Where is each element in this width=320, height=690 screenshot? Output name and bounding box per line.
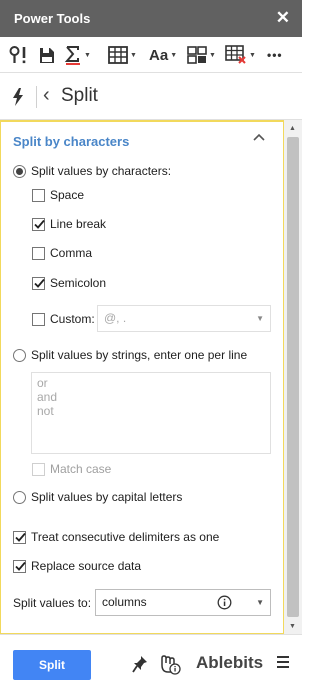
checkbox[interactable] <box>32 312 45 326</box>
chevron-down-icon: ▼ <box>130 51 137 59</box>
close-icon[interactable]: ✕ <box>276 8 290 28</box>
checkbox[interactable] <box>32 276 45 290</box>
chevron-down-icon: ▼ <box>170 51 178 59</box>
radio-split-by-capital[interactable]: Split values by capital letters <box>13 490 182 504</box>
checkbox[interactable] <box>32 188 45 202</box>
string-line: and <box>37 390 58 404</box>
exclamation-find-icon[interactable] <box>8 43 30 67</box>
chevron-down-icon: ▼ <box>84 51 91 59</box>
tool-header: ‹ Split <box>0 74 302 120</box>
checkbox-label: Comma <box>50 246 93 260</box>
toolbar: ▼ ▼ Aa ▼ ▼ ▼ ••• <box>0 37 302 73</box>
radio-button[interactable] <box>13 490 26 504</box>
pin-icon[interactable] <box>132 655 148 673</box>
checkbox[interactable] <box>32 462 45 476</box>
checkbox-label: Match case <box>50 462 112 476</box>
chevron-down-icon: ▼ <box>256 598 264 607</box>
more-label: ••• <box>267 48 283 62</box>
string-line: not <box>37 404 54 418</box>
footer: Split Ablebits <box>0 634 302 690</box>
checkmark-icon <box>34 278 45 288</box>
back-chevron-icon[interactable]: ‹ <box>43 84 50 107</box>
info-icon[interactable] <box>217 595 232 610</box>
checkbox-semicolon[interactable]: Semicolon <box>32 276 106 290</box>
chevron-down-icon: ▼ <box>256 314 264 323</box>
radio-button[interactable] <box>13 348 26 362</box>
title-bar: Power Tools ✕ <box>0 0 302 37</box>
chevron-down-icon: ▼ <box>249 51 256 59</box>
checkbox-treat-consecutive[interactable]: Treat consecutive delimiters as one <box>13 530 219 544</box>
table-icon[interactable]: ▼ <box>108 43 137 67</box>
checkbox-label: Semicolon <box>50 276 107 290</box>
checkbox[interactable] <box>13 530 26 544</box>
combine-icon[interactable]: ▼ <box>187 43 216 67</box>
lightning-icon[interactable] <box>12 88 24 106</box>
custom-delimiter-value: @, . <box>104 311 127 325</box>
checkbox-label: Custom: <box>50 312 95 326</box>
scrollbar[interactable]: ▲ ▼ <box>284 120 302 634</box>
checkmark-icon <box>15 561 26 571</box>
checkbox[interactable] <box>13 559 26 573</box>
more-icon[interactable]: ••• <box>267 43 283 67</box>
custom-delimiter-select[interactable]: @, . ▼ <box>97 305 271 332</box>
checkbox[interactable] <box>32 246 45 260</box>
page-title: Split <box>61 85 98 106</box>
split-settings-panel: Split by characters Split values by char… <box>0 120 284 634</box>
radio-split-by-strings[interactable]: Split values by strings, enter one per l… <box>13 348 247 362</box>
split-to-label: Split values to: <box>13 596 92 610</box>
text-case-icon[interactable]: Aa ▼ <box>149 43 177 67</box>
remove-table-icon[interactable]: ▼ <box>225 43 256 67</box>
checkbox-label: Space <box>50 188 85 202</box>
checkbox[interactable] <box>32 217 45 231</box>
hand-info-icon[interactable] <box>158 653 182 675</box>
checkbox-line-break[interactable]: Line break <box>32 217 106 231</box>
divider <box>36 86 37 108</box>
checkbox-label: Replace source data <box>31 559 142 573</box>
window-title: Power Tools <box>14 11 91 26</box>
checkbox-label: Treat consecutive delimiters as one <box>31 530 220 544</box>
hamburger-menu-icon[interactable] <box>276 655 290 669</box>
radio-label: Split values by strings, enter one per l… <box>31 348 248 362</box>
checkbox-space[interactable]: Space <box>32 188 84 202</box>
radio-button[interactable] <box>13 164 26 178</box>
checkbox-label: Line break <box>50 217 107 231</box>
radio-split-by-characters[interactable]: Split values by characters: <box>13 164 171 178</box>
scrollbar-thumb[interactable] <box>287 137 299 617</box>
split-button[interactable]: Split <box>13 650 91 680</box>
scroll-down-icon[interactable]: ▼ <box>289 623 296 630</box>
checkbox-match-case[interactable]: Match case <box>32 462 111 476</box>
save-export-icon[interactable] <box>38 43 56 67</box>
radio-label: Split values by capital letters <box>31 490 183 504</box>
section-title: Split by characters <box>13 134 130 149</box>
checkbox-comma[interactable]: Comma <box>32 246 92 260</box>
sum-icon[interactable]: ▼ <box>64 43 91 67</box>
checkmark-icon <box>34 219 45 229</box>
checkmark-icon <box>15 532 26 542</box>
split-to-value: columns <box>102 595 147 609</box>
string-line: or <box>37 376 48 390</box>
checkbox-replace-source[interactable]: Replace source data <box>13 559 141 573</box>
split-to-select[interactable]: columns ▼ <box>95 589 271 616</box>
text-case-label: Aa <box>149 46 169 64</box>
scroll-up-icon[interactable]: ▲ <box>289 125 296 132</box>
chevron-up-icon[interactable] <box>253 132 265 144</box>
chevron-down-icon: ▼ <box>209 51 216 59</box>
checkbox-custom[interactable]: Custom: <box>32 312 95 326</box>
radio-label: Split values by characters: <box>31 164 172 178</box>
strings-textarea[interactable]: or and not <box>31 372 271 454</box>
brand-logo: Ablebits <box>196 653 264 672</box>
